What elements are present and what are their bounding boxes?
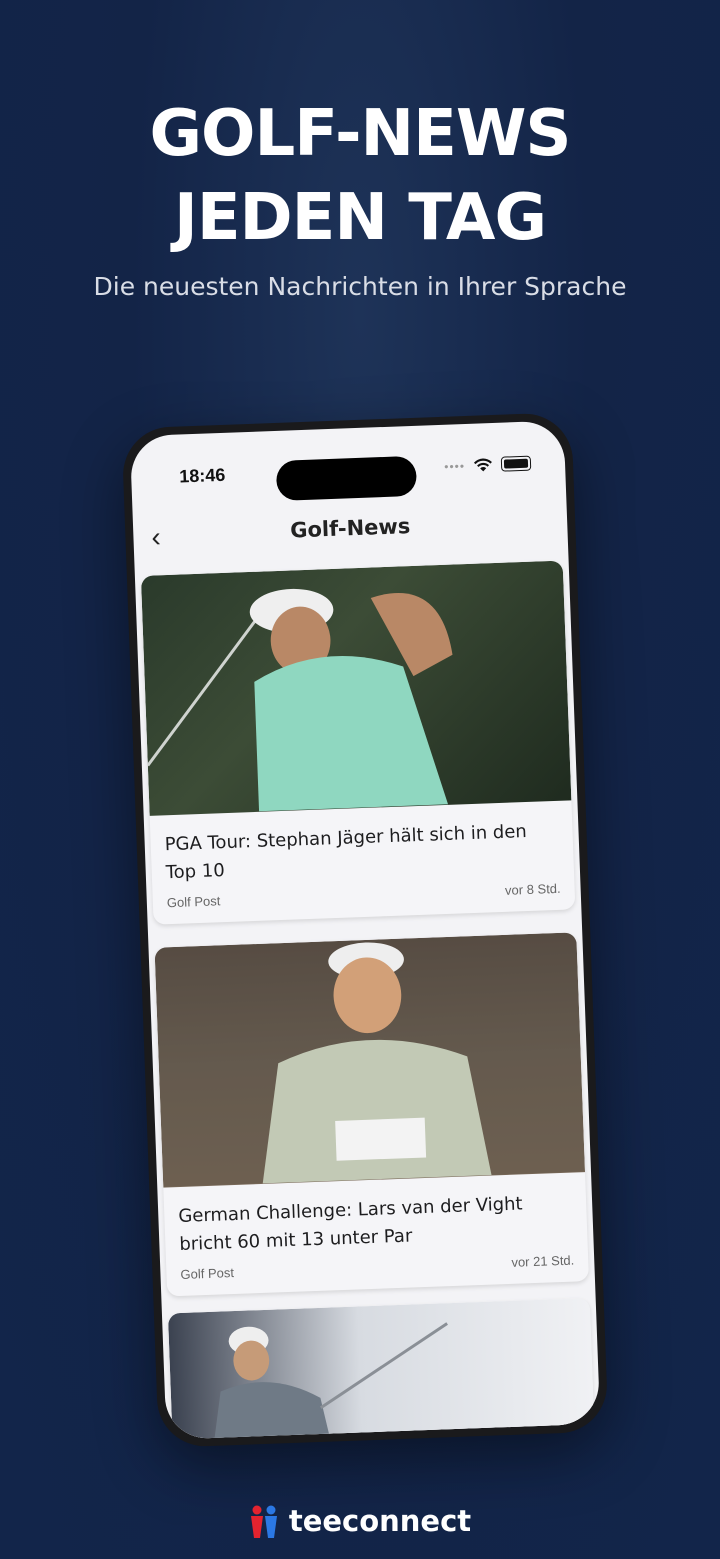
player-photo-icon <box>154 932 585 1187</box>
news-source: Golf Post <box>166 893 221 911</box>
brand-name: teeconnect <box>288 1504 472 1538</box>
signal-dots-icon: •••• <box>443 458 466 474</box>
nav-bar: ‹ Golf-News <box>133 502 568 558</box>
phone-screen: 18:46 •••• ‹ Golf-News PGA Tour: Stephan… <box>129 420 601 1440</box>
nav-title: Golf-News <box>289 514 411 543</box>
phone-mockup: 18:46 •••• ‹ Golf-News PGA Tour: Stephan… <box>121 412 609 1448</box>
golfer-photo-icon <box>146 588 453 812</box>
golfer-swing-photo-icon <box>212 1322 448 1440</box>
news-image <box>140 560 572 816</box>
news-card[interactable]: German Challenge: Lars van der Vight bri… <box>154 932 590 1297</box>
headline-line-2: JEDEN TAG <box>174 181 547 255</box>
news-image <box>167 1298 595 1440</box>
status-time: 18:46 <box>178 464 226 487</box>
news-card[interactable]: PGA Tour: Stephan Jäger hält sich in den… <box>140 560 576 925</box>
teeconnect-logo-icon <box>250 1505 277 1538</box>
battery-icon <box>500 455 532 472</box>
brand-logo: teeconnect <box>0 1504 720 1538</box>
news-image <box>154 932 586 1188</box>
news-age: vor 21 Std. <box>511 1252 575 1270</box>
status-icons: •••• <box>443 455 532 474</box>
status-bar: 18:46 •••• <box>131 450 566 501</box>
news-card[interactable] <box>167 1298 595 1440</box>
news-age: vor 8 Std. <box>504 880 561 898</box>
wifi-icon <box>473 458 492 471</box>
headline-line-1: GOLF-NEWS <box>149 97 572 171</box>
news-source: Golf Post <box>180 1265 235 1282</box>
dynamic-island <box>275 455 418 501</box>
hero-subline: Die neuesten Nachrichten in Ihrer Sprach… <box>93 272 627 301</box>
phone-frame: 18:46 •••• ‹ Golf-News PGA Tour: Stephan… <box>121 412 609 1448</box>
hero-headline: GOLF-NEWS JEDEN TAG <box>0 92 720 260</box>
